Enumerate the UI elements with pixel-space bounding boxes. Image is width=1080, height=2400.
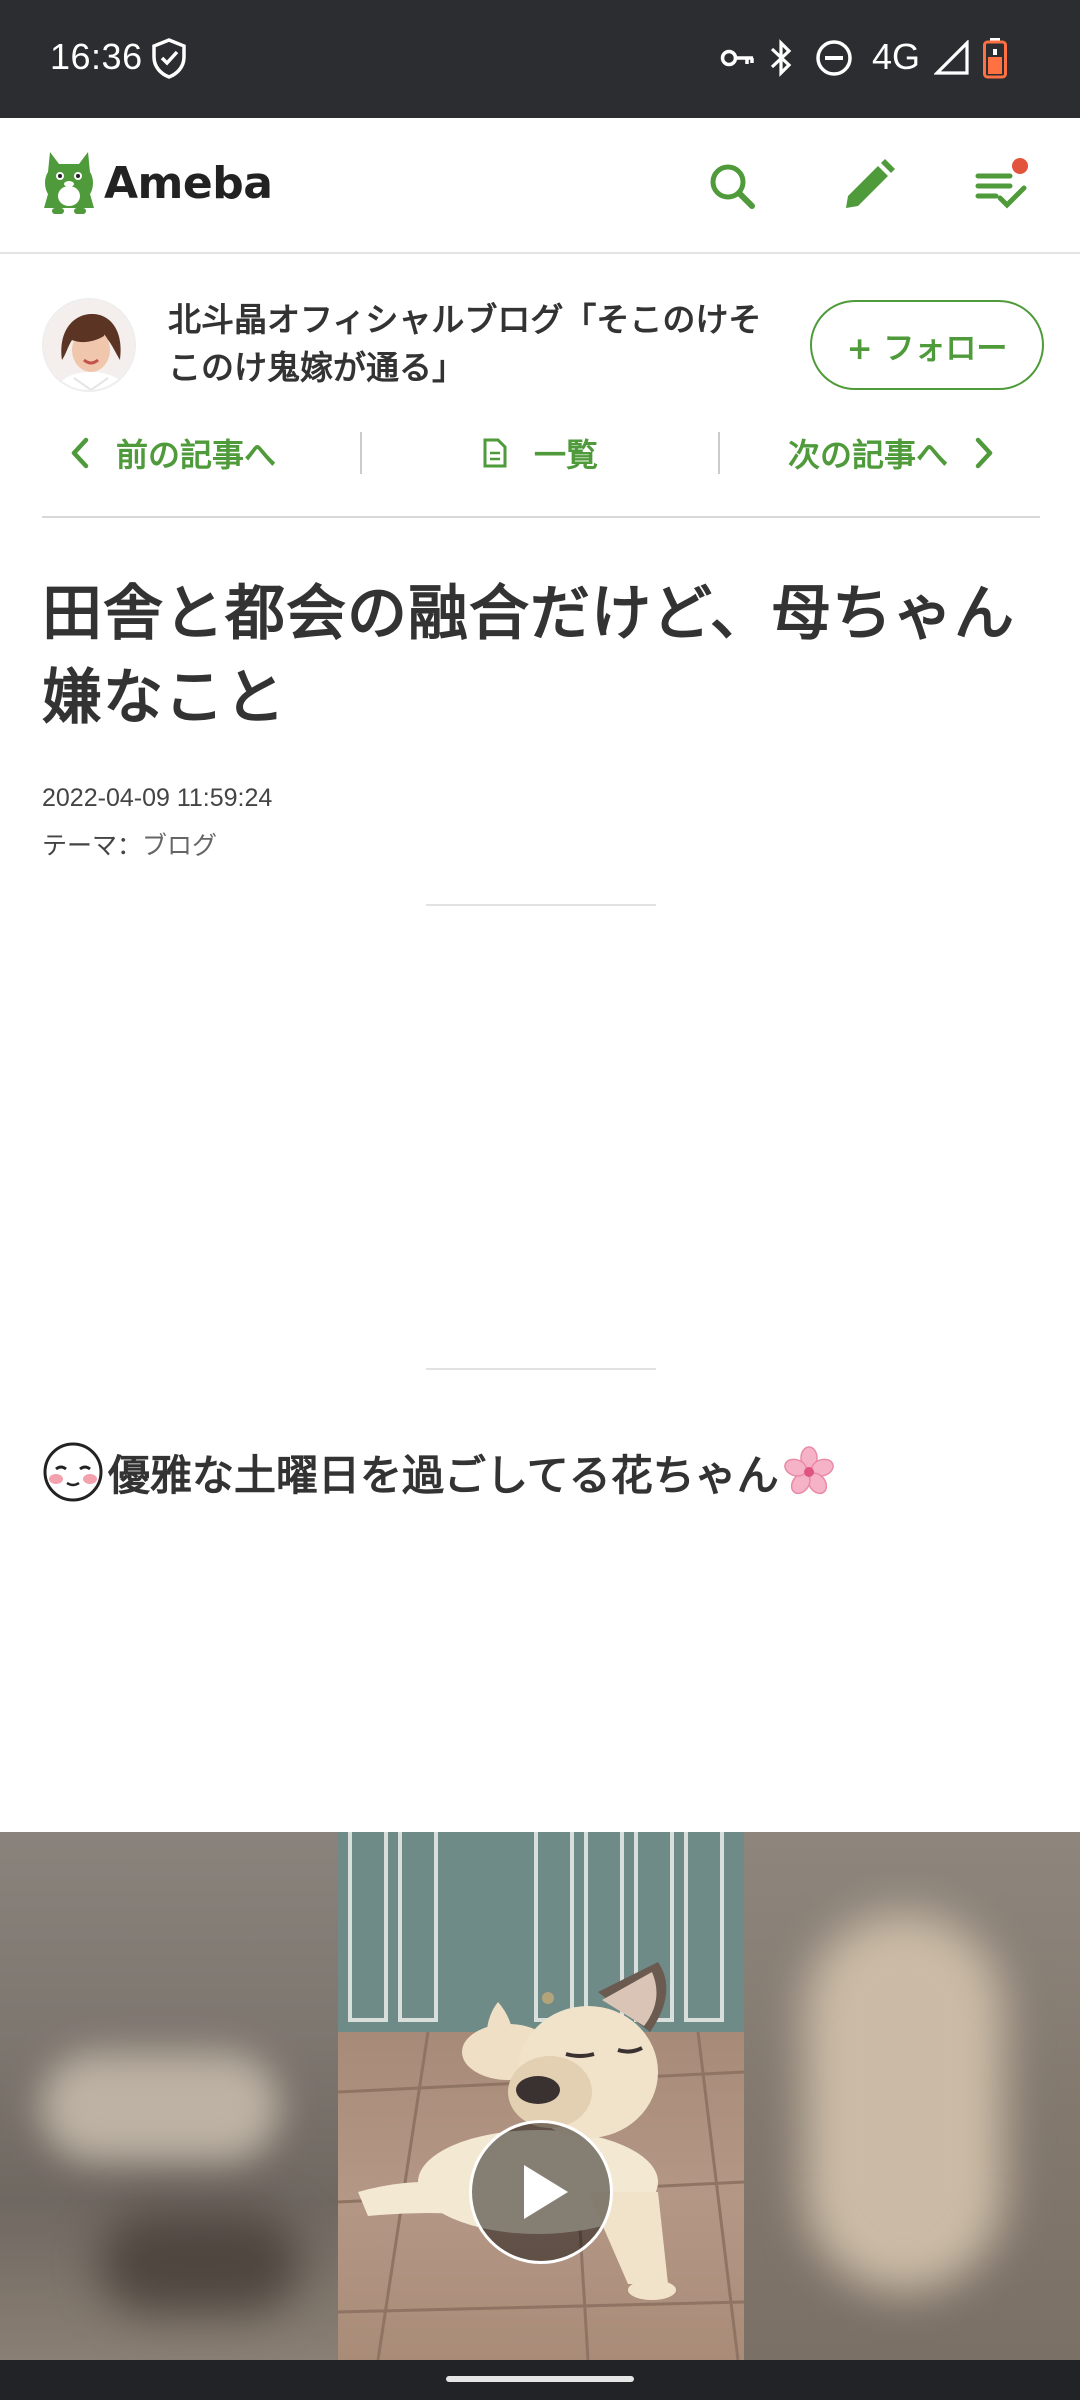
header-divider <box>42 516 1040 518</box>
ameba-mascot-icon <box>42 148 96 218</box>
blog-header: 北斗晶オフィシャルブログ「そこのけそこのけ鬼嫁が通る」 + フォロー 前の記事へ… <box>0 256 1080 516</box>
search-icon <box>707 161 757 215</box>
do-not-disturb-icon <box>814 36 854 80</box>
follow-button[interactable]: + フォロー <box>810 300 1044 390</box>
theme-prefix: テーマ： <box>42 831 143 860</box>
next-article-label: 次の記事へ <box>788 436 949 474</box>
play-button[interactable] <box>469 2120 613 2264</box>
ad-top-divider <box>426 904 656 906</box>
avatar[interactable] <box>42 298 136 392</box>
prev-article-link[interactable]: 前の記事へ <box>70 418 276 488</box>
chevron-left-icon <box>70 436 90 470</box>
cherry-blossom-emoji-icon <box>783 1446 835 1498</box>
status-time: 16:36 <box>50 36 143 77</box>
video-blur-right <box>744 1832 1080 2360</box>
nav-divider <box>360 432 362 474</box>
app-header: Ameba <box>0 118 1080 254</box>
body-text: 優雅な土曜日を過ごしてる花ちゃん <box>108 1450 779 1500</box>
blog-title[interactable]: 北斗晶オフィシャルブログ「そこのけそこのけ鬼嫁が通る」 <box>168 296 768 392</box>
article-theme: テーマ：ブログ <box>42 826 217 862</box>
blushing-face-emoji-icon <box>42 1441 104 1503</box>
next-article-link[interactable]: 次の記事へ <box>788 418 994 488</box>
dog-figure <box>358 1962 676 2300</box>
notification-list-icon <box>974 158 1030 218</box>
shield-check-icon <box>150 36 188 80</box>
home-indicator[interactable] <box>446 2376 634 2382</box>
video-player[interactable] <box>0 1832 1080 2360</box>
status-bar: 16:36 4G <box>0 0 1080 118</box>
nav-divider <box>718 432 720 474</box>
pencil-icon <box>840 158 896 218</box>
play-icon <box>520 2161 572 2223</box>
system-navigation-bar <box>0 2360 1080 2400</box>
article-list-label: 一覧 <box>534 436 599 474</box>
video-blur-left <box>0 1832 338 2360</box>
notifications-button[interactable] <box>970 156 1034 220</box>
write-post-button[interactable] <box>836 156 900 220</box>
bluetooth-icon <box>768 36 794 80</box>
article-body-text: 優雅な土曜日を過ごしてる花ちゃん <box>42 1440 835 1504</box>
ameba-logo[interactable]: Ameba <box>42 148 273 218</box>
article-title: 田舎と都会の融合だけど、母ちゃん嫌なこと <box>42 579 1015 733</box>
search-button[interactable] <box>700 156 764 220</box>
article-navigation: 前の記事へ 一覧 次の記事へ <box>42 418 1040 488</box>
ad-bottom-divider <box>426 1368 656 1370</box>
signal-icon <box>934 36 970 80</box>
article-list-link[interactable]: 一覧 <box>482 418 598 488</box>
vpn-key-icon <box>720 36 756 80</box>
logo-text: Ameba <box>104 157 273 209</box>
network-type: 4G <box>872 36 921 77</box>
theme-link[interactable]: ブログ <box>142 831 217 860</box>
document-icon <box>482 437 508 469</box>
chevron-right-icon <box>974 436 994 470</box>
video-thumbnail <box>338 1832 744 2360</box>
battery-low-icon <box>982 36 1008 80</box>
prev-article-label: 前の記事へ <box>116 436 277 474</box>
article-date: 2022-04-09 11:59:24 <box>42 784 273 812</box>
